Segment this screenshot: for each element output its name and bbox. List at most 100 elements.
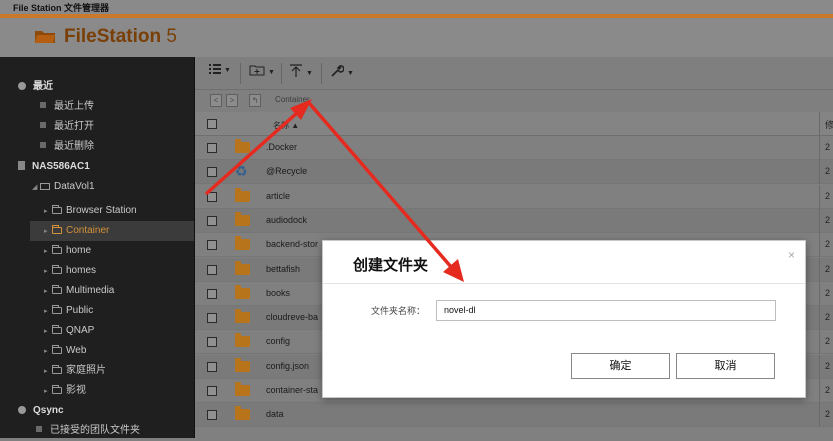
close-icon[interactable]: × [788,248,795,262]
row-checkbox[interactable] [207,361,217,372]
sidebar-item-public[interactable]: ▸ Public [44,301,93,321]
path-bar: < > ↰ Container [195,90,833,112]
file-name[interactable]: bettafish [266,264,300,274]
modified-date: 2 [825,263,831,274]
modified-date: 2 [825,360,831,371]
chevron-down-icon: ▼ [268,69,275,76]
sidebar-item-label: Web [66,345,87,356]
sidebar-item-label: 已接受的团队文件夹 [50,425,140,436]
column-modified-header[interactable]: 修 [825,118,833,131]
sidebar: 最近 最近上传 最近打开 最近删除 NAS586AC1 ◢ DataVol1 ▸ B… [0,57,195,438]
sidebar-item-web[interactable]: ▸ Web [44,341,86,361]
folder-name-input[interactable]: novel-dl [436,300,776,321]
drive-icon [40,183,50,190]
team-folder-icon [36,426,42,432]
table-row[interactable]: data 2 [195,403,833,428]
column-divider [819,233,820,258]
sidebar-item-family-photos[interactable]: ▸ 家庭照片 [44,361,106,381]
forward-button[interactable]: > [226,94,238,107]
breadcrumb[interactable]: Container [275,95,310,104]
row-checkbox[interactable] [207,215,217,226]
confirm-button[interactable]: 确定 [571,353,670,379]
folder-icon [235,236,250,251]
sidebar-item-qsync[interactable]: Qsync [18,401,64,421]
modified-date: 2 [825,385,831,395]
toolbar-divider [321,63,322,84]
window-title: File Station 文件管理器 [13,3,110,13]
sidebar-item-label: DataVol1 [54,181,95,192]
file-name[interactable]: config [266,336,290,346]
dialog-divider [323,283,805,284]
sidebar-item-browser-station[interactable]: ▸ Browser Station [44,201,137,221]
tools-button[interactable]: ▼ [330,64,354,82]
column-divider [819,330,820,355]
table-row[interactable]: article 2 [195,184,833,209]
sidebar-item-container[interactable]: ▸ Container [30,221,194,241]
list-view-icon [209,64,221,74]
row-checkbox[interactable] [207,313,217,324]
file-name[interactable]: container-sta [266,385,318,395]
file-name[interactable]: books [266,288,290,298]
folder-icon [52,245,62,254]
select-all-checkbox[interactable] [207,119,217,129]
back-button[interactable]: < [210,94,222,107]
sidebar-item-recent[interactable]: 最近 [18,77,53,97]
new-folder-icon [249,65,265,76]
sidebar-item-multimedia[interactable]: ▸ Multimedia [44,281,114,301]
sidebar-item-label: Qsync [33,405,64,416]
bullet-icon [40,122,46,128]
file-name[interactable]: .Docker [266,142,297,152]
sidebar-item-qnap[interactable]: ▸ QNAP [44,321,94,341]
collapse-arrow-icon: ▸ [44,248,48,255]
folder-icon [235,309,250,324]
file-name[interactable]: @Recycle [266,166,307,176]
sidebar-item-datavol1[interactable]: ◢ DataVol1 [32,177,95,197]
app-version: 5 [161,26,177,47]
sidebar-item-movies[interactable]: ▸ 影视 [44,381,86,401]
file-name[interactable]: cloudreve-ba [266,312,318,322]
modified-date: 2 [825,409,831,420]
view-mode-button[interactable]: ▼ [209,64,231,82]
row-checkbox[interactable] [207,410,217,421]
create-folder-button[interactable]: ▼ [249,64,275,82]
sidebar-item-recent-open[interactable]: 最近打开 [40,117,94,137]
app-logo-text: FileStation 5 [64,26,177,48]
sidebar-item-nas[interactable]: NAS586AC1 [18,157,90,177]
row-checkbox[interactable] [207,167,217,178]
sidebar-item-label: 最近删除 [54,141,94,152]
file-name[interactable]: backend-stor [266,239,318,249]
collapse-arrow-icon: ▸ [44,268,48,275]
toolbar-divider [240,63,241,84]
file-name[interactable]: article [266,191,290,201]
table-row[interactable]: ♻ @Recycle 2 [195,160,833,185]
chevron-down-icon: ▼ [347,70,354,77]
chevron-right-icon: > [229,96,235,105]
sidebar-item-label: 影视 [66,385,86,396]
table-row[interactable]: .Docker 2 [195,136,833,160]
file-name[interactable]: config.json [266,361,309,371]
sidebar-item-home[interactable]: ▸ home [44,241,91,261]
row-checkbox[interactable] [207,240,217,251]
table-row[interactable]: audiodock 2 [195,208,833,233]
column-divider [819,281,820,306]
folder-icon [52,385,62,394]
row-checkbox[interactable] [207,288,217,299]
sidebar-item-recent-upload[interactable]: 最近上传 [40,97,94,117]
expand-arrow-icon: ◢ [32,184,38,191]
cancel-button[interactable]: 取消 [676,353,775,379]
row-checkbox[interactable] [207,264,217,275]
sidebar-item-team-folders[interactable]: 已接受的团队文件夹 [36,421,140,441]
row-checkbox[interactable] [207,191,217,202]
upload-button[interactable]: ▼ [289,64,313,82]
row-checkbox[interactable] [207,337,217,348]
file-name[interactable]: data [266,409,284,419]
column-name-header[interactable]: 名称 ▲ [273,120,299,131]
sidebar-item-homes[interactable]: ▸ homes [44,261,96,281]
row-checkbox[interactable] [207,143,217,153]
up-level-button[interactable]: ↰ [249,94,261,107]
column-divider [819,306,820,331]
sidebar-item-recent-delete[interactable]: 最近删除 [40,137,94,157]
row-checkbox[interactable] [207,386,217,396]
folder-icon [52,285,62,294]
file-name[interactable]: audiodock [266,215,307,225]
